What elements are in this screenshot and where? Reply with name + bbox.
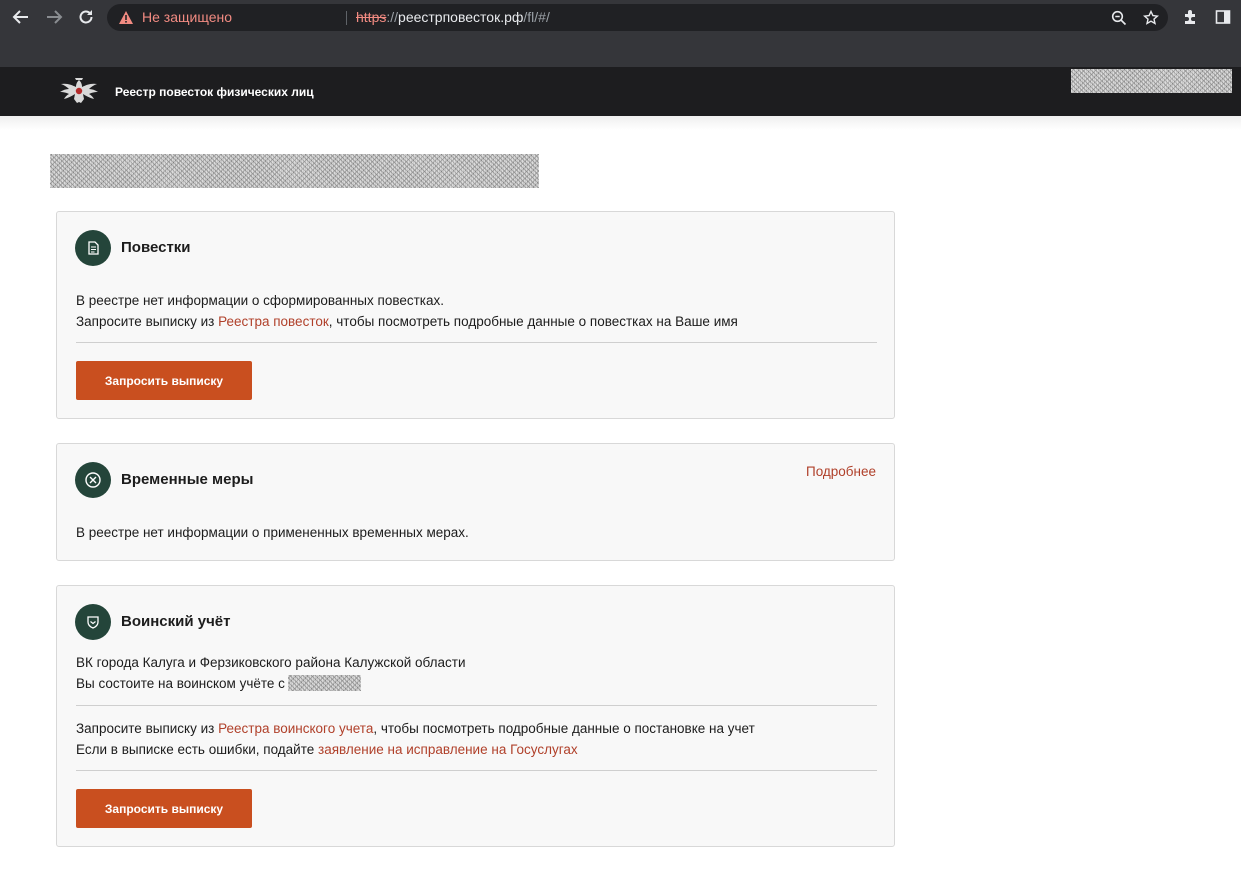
url-scheme: https <box>356 9 387 25</box>
summons-line-1: В реестре нет информации о сформированны… <box>76 293 445 308</box>
document-icon <box>75 230 111 266</box>
military-request-button[interactable]: Запросить выписку <box>76 789 252 828</box>
military-line-3-prefix: Запросите выписку из <box>76 721 219 736</box>
summons-line-2-suffix: , чтобы посмотреть подробные данные о по… <box>328 314 738 329</box>
temporary-measures-text: В реестре нет информации о примененных в… <box>76 525 469 540</box>
military-line-4: Если в выписке есть ошибки, подайте заяв… <box>76 739 755 760</box>
military-line-3-suffix: , чтобы посмотреть подробные данные о по… <box>373 721 755 736</box>
summons-card: Повестки В реестре нет информации о сфор… <box>56 211 895 419</box>
forward-arrow-icon[interactable] <box>42 5 66 29</box>
temporary-measures-card: Временные меры Подробнее В реестре нет и… <box>56 443 895 561</box>
summons-title: Повестки <box>121 239 191 256</box>
url-separator: :// <box>386 9 399 25</box>
military-registration-card: Воинский учёт ВК города Калуга и Ферзико… <box>56 585 895 847</box>
reload-icon[interactable] <box>74 5 98 29</box>
side-panel-icon[interactable] <box>1212 6 1234 28</box>
double-headed-eagle-logo[interactable] <box>55 74 103 110</box>
url-host: реестрповесток.рф <box>398 9 524 25</box>
security-status[interactable]: Не защищено <box>142 9 232 25</box>
registration-date-redacted <box>287 675 361 691</box>
site-title: Реестр повесток физических лиц <box>115 85 314 99</box>
omnibox-divider <box>346 11 347 25</box>
header-shadow <box>0 116 1241 130</box>
registered-since-label: Вы состоите на воинском учёте с <box>76 676 285 691</box>
user-name-redacted[interactable] <box>1071 69 1232 93</box>
shield-icon <box>75 604 111 640</box>
summons-request-button[interactable]: Запросить выписку <box>76 361 252 400</box>
back-arrow-icon[interactable] <box>9 5 33 29</box>
summons-text: В реестре нет информации о сформированны… <box>76 290 738 332</box>
summons-line-2: Запросите выписку из Реестра повесток, ч… <box>76 311 738 332</box>
military-line-3: Запросите выписку из Реестра воинского у… <box>76 718 755 739</box>
url-path: /fl/#/ <box>523 9 550 25</box>
registered-since-line: Вы состоите на воинском учёте с <box>76 673 466 694</box>
summons-registry-link[interactable]: Реестра повесток <box>218 314 329 329</box>
warning-icon <box>119 11 133 24</box>
military-divider-2 <box>76 770 877 771</box>
bookmark-star-icon[interactable] <box>1141 8 1161 28</box>
extensions-puzzle-icon[interactable] <box>1180 6 1202 28</box>
military-registration-info: ВК города Калуга и Ферзиковского района … <box>76 652 466 694</box>
zoom-icon[interactable] <box>1109 8 1129 28</box>
site-header: Реестр повесток физических лиц <box>0 67 1241 116</box>
summons-divider <box>76 342 877 343</box>
military-line-4-prefix: Если в выписке есть ошибки, подайте <box>76 742 319 757</box>
military-divider-1 <box>76 705 877 706</box>
temporary-measures-title: Временные меры <box>121 471 254 488</box>
military-registry-text: Запросите выписку из Реестра воинского у… <box>76 718 755 760</box>
url-text[interactable]: https://реестрповесток.рф/fl/#/ <box>356 9 550 25</box>
gosuslugi-correction-link[interactable]: заявление на исправление на Госуслугах <box>318 742 578 757</box>
military-registry-link[interactable]: Реестра воинского учета <box>218 721 373 736</box>
browser-toolbar: Не защищено https://реестрповесток.рф/fl… <box>0 0 1241 67</box>
cross-circle-icon <box>75 462 111 498</box>
address-bar[interactable]: Не защищено https://реестрповесток.рф/fl… <box>107 4 1168 31</box>
military-office-line: ВК города Калуга и Ферзиковского района … <box>76 655 466 670</box>
more-details-link[interactable]: Подробнее <box>806 464 876 479</box>
military-registration-title: Воинский учёт <box>121 613 231 630</box>
person-name-redacted <box>50 154 539 188</box>
summons-line-2-prefix: Запросите выписку из <box>76 314 219 329</box>
